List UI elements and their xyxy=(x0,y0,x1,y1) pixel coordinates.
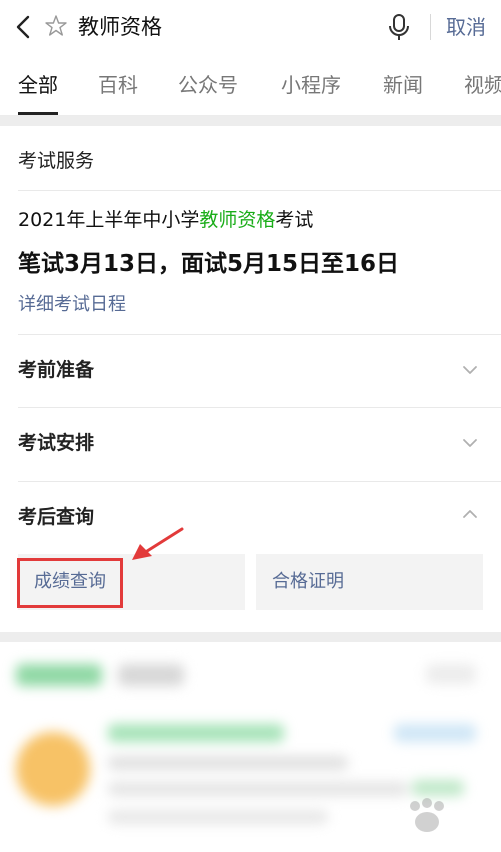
active-tab-indicator xyxy=(18,112,58,115)
section-exam-arrangement[interactable]: 考试安排 xyxy=(18,429,94,457)
tab-mini-programs[interactable]: 小程序 xyxy=(281,70,341,100)
detail-schedule-link[interactable]: 详细考试日程 xyxy=(18,292,126,318)
divider xyxy=(18,334,501,335)
section-gap xyxy=(0,632,501,642)
watermark-paw-icon xyxy=(410,798,444,832)
tab-official-accounts[interactable]: 公众号 xyxy=(178,70,238,100)
annotation-highlight-box xyxy=(17,558,123,608)
chevron-down-icon[interactable] xyxy=(460,433,480,453)
category-tabs: 全部 百科 公众号 小程序 新闻 视频 xyxy=(0,56,501,116)
tab-all[interactable]: 全部 xyxy=(18,70,58,100)
star-outline-icon xyxy=(45,15,67,36)
exam-name-highlight: 教师资格 xyxy=(199,209,276,231)
chevron-left-icon[interactable] xyxy=(10,12,36,42)
certificate-query-label: 合格证明 xyxy=(272,571,344,592)
tab-videos[interactable]: 视频 xyxy=(464,70,501,100)
divider xyxy=(18,190,501,191)
certificate-query-button[interactable]: 合格证明 xyxy=(256,554,483,610)
exam-service-card: 考试服务 2021年上半年中小学教师资格考试 笔试3月13日，面试5月15日至1… xyxy=(0,126,501,632)
section-gap xyxy=(0,116,501,126)
microphone-icon[interactable] xyxy=(386,12,412,42)
section-pre-exam[interactable]: 考前准备 xyxy=(18,356,94,384)
chevron-down-icon[interactable] xyxy=(460,360,480,380)
tab-news[interactable]: 新闻 xyxy=(383,70,423,100)
chevron-up-icon[interactable] xyxy=(460,504,480,524)
divider xyxy=(18,481,501,482)
section-post-exam-query[interactable]: 考后查询 xyxy=(18,503,94,531)
cancel-button[interactable]: 取消 xyxy=(446,12,486,42)
divider xyxy=(430,14,431,40)
search-bar: 教师资格 取消 xyxy=(0,0,501,56)
exam-dates: 笔试3月13日，面试5月15日至16日 xyxy=(18,251,400,277)
exam-name-suffix: 考试 xyxy=(275,209,314,231)
card-title: 考试服务 xyxy=(18,150,95,172)
exam-name-prefix: 2021年上半年中小学 xyxy=(18,209,200,231)
tab-encyclopedia[interactable]: 百科 xyxy=(98,70,138,100)
red-arrow-icon xyxy=(132,527,184,560)
exam-name: 2021年上半年中小学教师资格考试 xyxy=(18,206,313,234)
search-input[interactable]: 教师资格 xyxy=(78,12,162,42)
divider xyxy=(18,407,501,408)
